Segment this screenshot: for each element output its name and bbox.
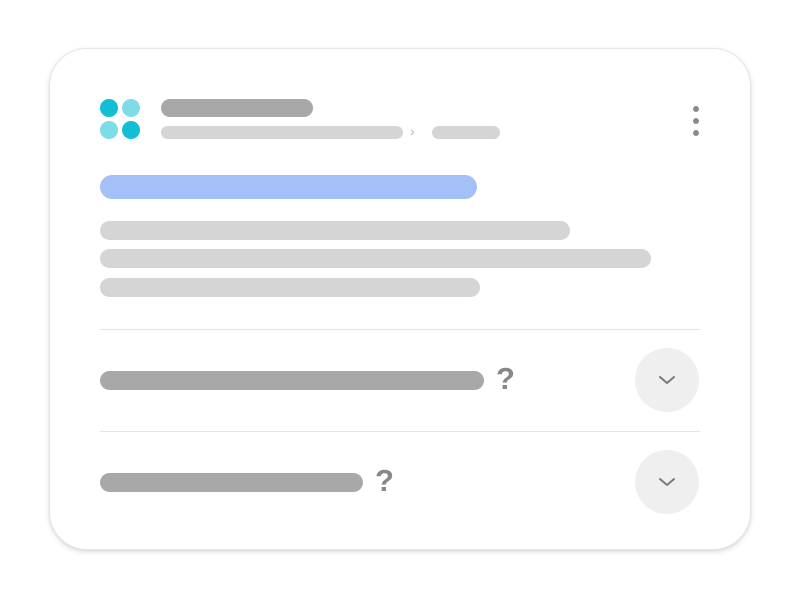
snippet-line-3 <box>100 278 480 297</box>
logo-dot-bottom-right <box>122 121 140 139</box>
breadcrumb-separator-icon: › <box>410 123 415 139</box>
faq-question-placeholder[interactable] <box>100 371 484 390</box>
divider <box>100 431 700 432</box>
faq-question-placeholder[interactable] <box>100 473 363 492</box>
more-options-icon[interactable] <box>690 105 702 137</box>
logo-dot-top-right <box>122 99 140 117</box>
logo-dot-top-left <box>100 99 118 117</box>
snippet-line-1 <box>100 221 570 240</box>
site-logo[interactable] <box>100 99 140 139</box>
result-title-link-placeholder[interactable] <box>100 175 477 199</box>
divider <box>100 329 700 330</box>
breadcrumb-url-placeholder[interactable] <box>161 126 403 139</box>
more-dot-1 <box>693 106 699 112</box>
expand-button[interactable] <box>635 450 699 514</box>
site-name-placeholder[interactable] <box>161 99 313 117</box>
question-mark: ? <box>496 361 515 396</box>
search-result-card: › ? ? <box>49 48 751 550</box>
chevron-down-icon <box>659 376 675 384</box>
question-mark: ? <box>375 463 394 498</box>
breadcrumb-path-placeholder[interactable] <box>432 126 500 139</box>
chevron-down-icon <box>659 478 675 486</box>
logo-dot-bottom-left <box>100 121 118 139</box>
expand-button[interactable] <box>635 348 699 412</box>
more-dot-3 <box>693 130 699 136</box>
more-dot-2 <box>693 118 699 124</box>
snippet-line-2 <box>100 249 651 268</box>
